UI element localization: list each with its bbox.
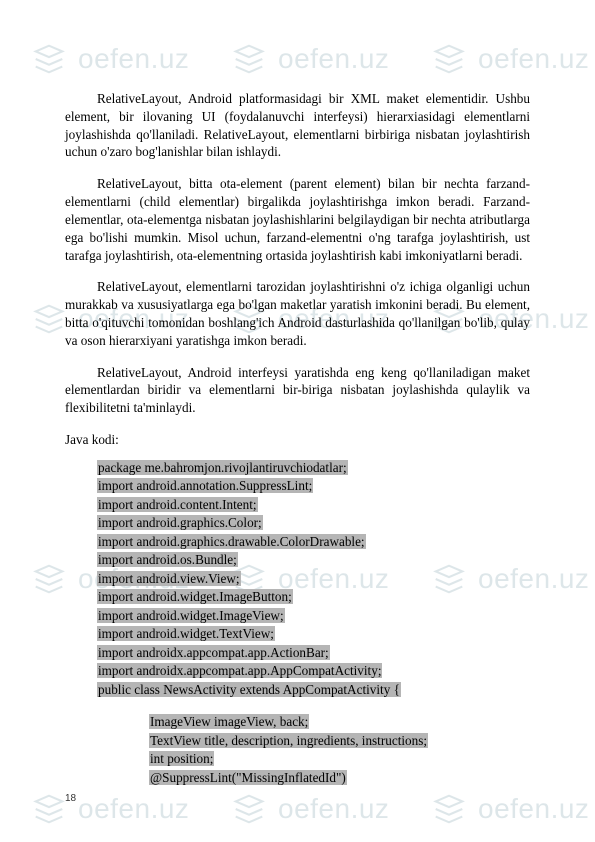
- paragraph-3: RelativeLayout, elementlarni tarozidan j…: [65, 278, 530, 349]
- code-line: import androidx.appcompat.app.AppCompatA…: [97, 663, 382, 678]
- code-line: import android.annotation.SuppressLint;: [97, 478, 313, 493]
- paragraph-4: RelativeLayout, Android interfeysi yarat…: [65, 364, 530, 417]
- code-line: import android.view.View;: [97, 571, 241, 586]
- document-body: RelativeLayout, Android platformasidagi …: [0, 0, 595, 833]
- code-block: package me.bahromjon.rivojlantiruvchioda…: [97, 459, 530, 787]
- code-line: import android.widget.TextView;: [97, 626, 275, 641]
- paragraph-2: RelativeLayout, bitta ota-element (paren…: [65, 175, 530, 264]
- code-line: package me.bahromjon.rivojlantiruvchioda…: [97, 460, 348, 475]
- code-line: import android.widget.ImageButton;: [97, 589, 293, 604]
- code-line: public class NewsActivity extends AppCom…: [97, 682, 401, 697]
- code-line: import android.graphics.Color;: [97, 515, 263, 530]
- code-line: import android.os.Bundle;: [97, 552, 238, 567]
- code-line: import android.content.Intent;: [97, 497, 258, 512]
- code-line: @SuppressLint("MissingInflatedId"): [149, 770, 347, 785]
- code-line: import androidx.appcompat.app.ActionBar;: [97, 645, 330, 660]
- page-number: 18: [65, 793, 76, 804]
- code-line: ImageView imageView, back;: [149, 714, 309, 729]
- code-line: int position;: [149, 751, 214, 766]
- paragraph-1: RelativeLayout, Android platformasidagi …: [65, 90, 530, 161]
- code-label: Java kodi:: [65, 431, 530, 449]
- code-line: TextView title, description, ingredients…: [149, 733, 428, 748]
- code-line: import android.graphics.drawable.ColorDr…: [97, 534, 366, 549]
- code-line: import android.widget.ImageView;: [97, 608, 285, 623]
